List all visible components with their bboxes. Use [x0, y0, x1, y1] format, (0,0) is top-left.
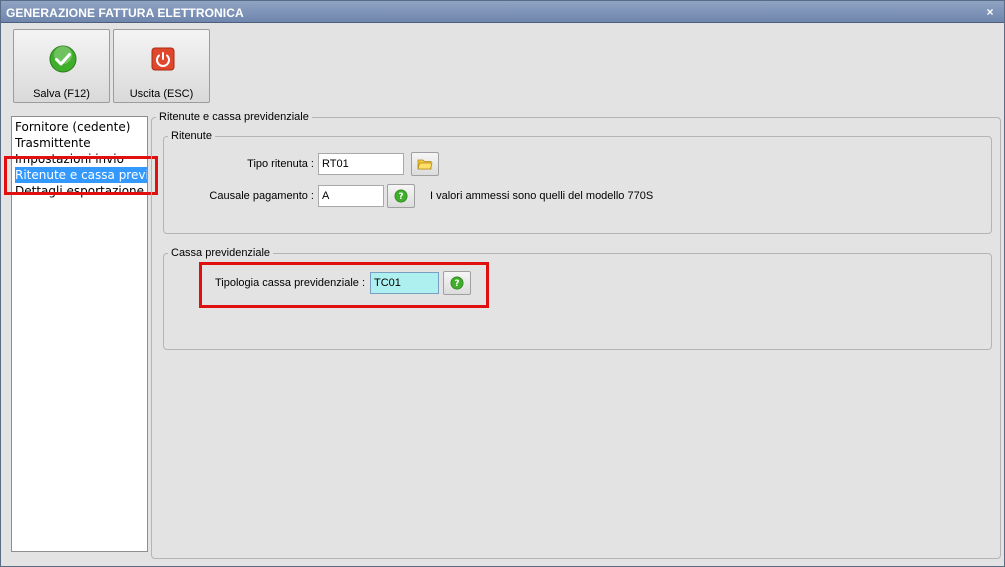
power-icon [151, 47, 175, 71]
nav-item-fornitore[interactable]: Fornitore (cedente) [15, 119, 147, 135]
app-window: GENERAZIONE FATTURA ELETTRONICA × Salva … [0, 0, 1005, 567]
ritenute-title: Ritenute [168, 130, 215, 142]
browse-folder-button[interactable] [411, 152, 439, 176]
exit-button[interactable]: Uscita (ESC) [113, 29, 210, 103]
highlight-box-nav [4, 156, 158, 195]
title-bar: GENERAZIONE FATTURA ELETTRONICA × [1, 1, 1004, 23]
tipo-ritenuta-input[interactable]: RT01 [318, 153, 404, 175]
causale-pagamento-input[interactable]: A [318, 185, 384, 207]
save-button[interactable]: Salva (F12) [13, 29, 110, 103]
cassa-title: Cassa previdenziale [168, 247, 274, 259]
main-section-title: Ritenute e cassa previdenziale [156, 111, 312, 123]
window-title: GENERAZIONE FATTURA ELETTRONICA [6, 6, 244, 20]
folder-icon [417, 159, 433, 170]
ritenute-note: I valori ammessi sono quelli del modello… [430, 190, 654, 202]
help-causale-button[interactable]: ? [387, 184, 415, 208]
ritenute-group [163, 136, 992, 234]
nav-item-trasmittente[interactable]: Trasmittente [15, 135, 147, 151]
check-icon [49, 45, 77, 73]
svg-text:?: ? [398, 192, 403, 202]
exit-button-label: Uscita (ESC) [129, 88, 194, 100]
causale-pagamento-label: Causale pagamento : [209, 190, 314, 202]
highlight-box-cassa [199, 262, 489, 308]
save-button-label: Salva (F12) [33, 88, 90, 100]
close-button[interactable]: × [982, 4, 998, 20]
tipo-ritenuta-label: Tipo ritenuta : [247, 158, 314, 170]
help-icon: ? [394, 189, 408, 203]
